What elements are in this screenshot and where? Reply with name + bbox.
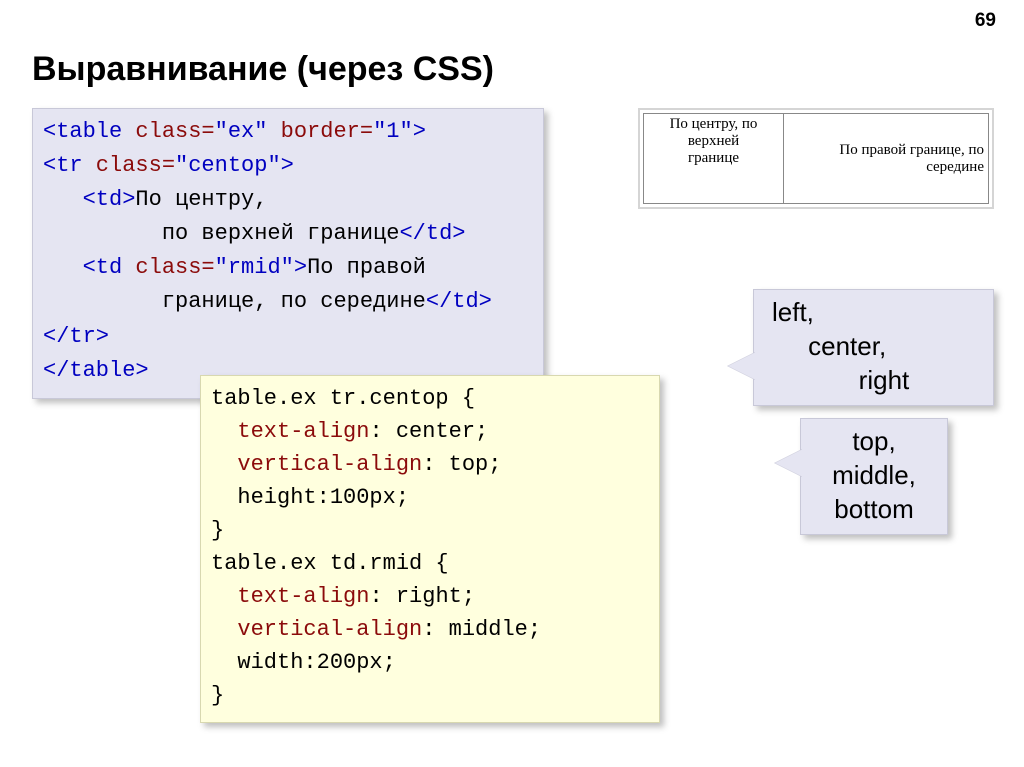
code-token: <tr [43, 153, 83, 178]
code-token: class= [122, 255, 214, 280]
code-token: } [211, 683, 224, 708]
callout-line: center, [772, 331, 886, 361]
code-token: </td> [426, 289, 492, 314]
rendered-example: По центру, по верхней границе По правой … [638, 108, 994, 209]
code-token: </table> [43, 358, 149, 383]
cell-text: середине [926, 159, 984, 175]
code-token: > [281, 153, 294, 178]
html-code-block: <table class="ex" border="1"> <tr class=… [32, 108, 544, 399]
code-token: По правой [307, 255, 426, 280]
code-token: class= [83, 153, 175, 178]
code-token: class= [122, 119, 214, 144]
code-token: "ex" [215, 119, 268, 144]
callout-line: left, [772, 297, 814, 327]
cell-text: По центру, по [670, 116, 758, 132]
code-token: : center; [369, 419, 488, 444]
code-token: } [211, 518, 224, 543]
code-token: по верхней границе [43, 221, 399, 246]
code-token: : top; [422, 452, 501, 477]
cell-text: верхней [688, 133, 739, 149]
page-number: 69 [975, 10, 996, 32]
code-token: <table [43, 119, 122, 144]
code-token: <td [43, 255, 122, 280]
cell-text: границе [688, 150, 739, 166]
code-token: "centop" [175, 153, 281, 178]
callout-tail-icon [728, 352, 756, 380]
slide-title: Выравнивание (через CSS) [32, 50, 494, 89]
code-token: "1" [373, 119, 413, 144]
code-token: text-align [211, 584, 369, 609]
code-token: границе, по середине [43, 289, 426, 314]
code-token: "rmid" [215, 255, 294, 280]
css-code-block: table.ex tr.centop { text-align: center;… [200, 375, 660, 723]
code-token: vertical-align [211, 452, 422, 477]
code-token: table.ex td.rmid { [211, 551, 449, 576]
code-token: border= [267, 119, 373, 144]
code-token: text-align [211, 419, 369, 444]
table-row: По центру, по верхней границе По правой … [644, 114, 989, 204]
code-token: > [413, 119, 426, 144]
callout-vertical-align-values: top, middle, bottom [800, 418, 948, 535]
callout-line: right [772, 365, 909, 395]
code-token: vertical-align [211, 617, 422, 642]
example-cell-right-middle: По правой границе, по середине [784, 114, 989, 204]
callout-tail-icon [775, 449, 803, 477]
cell-text: По правой границе, по [839, 142, 984, 158]
code-token: </td> [399, 221, 465, 246]
code-token: <td> [43, 187, 135, 212]
code-token: По центру, [135, 187, 267, 212]
example-cell-center-top: По центру, по верхней границе [644, 114, 784, 204]
callout-line: middle, [832, 460, 916, 490]
code-token: : right; [369, 584, 475, 609]
code-token: > [294, 255, 307, 280]
code-token: height:100px; [211, 485, 409, 510]
example-table: По центру, по верхней границе По правой … [643, 113, 989, 204]
code-token: </tr> [43, 324, 109, 349]
callout-text-align-values: left, center, right [753, 289, 994, 406]
code-token: table.ex tr.centop { [211, 386, 475, 411]
callout-line: top, [852, 426, 895, 456]
code-token: : middle; [422, 617, 541, 642]
code-token: width:200px; [211, 650, 396, 675]
callout-line: bottom [834, 494, 914, 524]
